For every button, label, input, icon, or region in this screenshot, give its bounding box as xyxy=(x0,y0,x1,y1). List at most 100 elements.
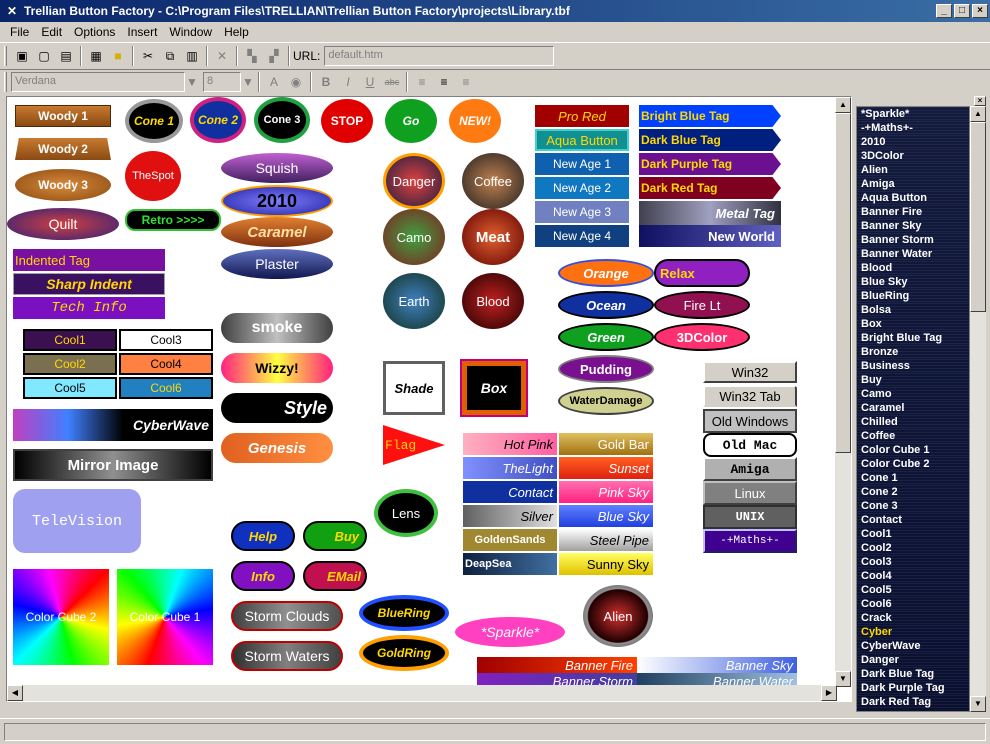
button-info[interactable]: Info xyxy=(231,561,295,591)
strikethrough-button[interactable]: abc xyxy=(381,71,403,93)
button-linux[interactable]: Linux xyxy=(703,481,797,505)
button-woody-3[interactable]: Woody 3 xyxy=(15,169,111,201)
button-new-age-2[interactable]: New Age 2 xyxy=(535,177,629,199)
style-list-item[interactable]: -+Maths+- xyxy=(857,121,969,135)
style-list-item[interactable]: Box xyxy=(857,317,969,331)
style-list-item[interactable]: Banner Sky xyxy=(857,219,969,233)
button-blue-sky[interactable]: Blue Sky xyxy=(559,505,653,527)
button-old-windows[interactable]: Old Windows xyxy=(703,409,797,433)
button-metal-tag[interactable]: Metal Tag xyxy=(639,201,781,225)
maximize-button[interactable]: □ xyxy=(954,4,970,18)
button-mirror-image[interactable]: Mirror Image xyxy=(13,449,213,481)
button-pro-red[interactable]: Pro Red xyxy=(535,105,629,127)
style-list-item[interactable]: Aqua Button xyxy=(857,191,969,205)
button-pudding[interactable]: Pudding xyxy=(558,355,654,383)
button-woody-1[interactable]: Woody 1 xyxy=(15,105,111,127)
button-goldensands[interactable]: GoldenSands xyxy=(463,529,557,551)
button-go[interactable]: Go xyxy=(385,99,437,143)
style-list-item[interactable]: Color Cube 2 xyxy=(857,457,969,471)
style-list-item[interactable]: Bolsa xyxy=(857,303,969,317)
style-list-item[interactable]: Chilled xyxy=(857,415,969,429)
style-list-item[interactable]: Cool1 xyxy=(857,527,969,541)
style-list-item[interactable]: Caramel xyxy=(857,401,969,415)
button-2010[interactable]: 2010 xyxy=(221,185,333,217)
button-gold-bar[interactable]: Gold Bar xyxy=(559,433,653,455)
style-list-item[interactable]: Cone 2 xyxy=(857,485,969,499)
copy-icon[interactable]: ⧉ xyxy=(159,45,181,67)
button-goldring[interactable]: GoldRing xyxy=(359,635,449,671)
button-cone-3[interactable]: Cone 3 xyxy=(254,97,310,143)
align-center-icon[interactable]: ≡ xyxy=(433,71,455,93)
font-color-icon[interactable]: A xyxy=(263,71,285,93)
style-list-item[interactable]: Banner Fire xyxy=(857,205,969,219)
align-right-icon[interactable]: ≡ xyxy=(455,71,477,93)
button-danger[interactable]: Danger xyxy=(383,153,445,209)
button-shade[interactable]: Shade xyxy=(383,361,445,415)
style-list-scrollbar[interactable]: ▲ ▼ xyxy=(970,106,986,712)
style-list-item[interactable]: Contact xyxy=(857,513,969,527)
button-new-age-3[interactable]: New Age 3 xyxy=(535,201,629,223)
style-list-item[interactable]: Danger xyxy=(857,653,969,667)
menu-window[interactable]: Window xyxy=(163,25,218,39)
style-list-item[interactable]: 3DColor xyxy=(857,149,969,163)
size-dropdown-icon[interactable]: ▼ xyxy=(241,71,255,93)
menu-insert[interactable]: Insert xyxy=(121,25,163,39)
style-list-item[interactable]: BlueRing xyxy=(857,289,969,303)
list-scroll-up-icon[interactable]: ▲ xyxy=(970,106,986,122)
button-maths[interactable]: -+Maths+- xyxy=(703,529,797,553)
button-coffee[interactable]: Coffee xyxy=(462,153,524,209)
button-relax[interactable]: Relax xyxy=(654,259,750,287)
button-sparkle[interactable]: *Sparkle* xyxy=(455,617,565,647)
style-list-item[interactable]: Buy xyxy=(857,373,969,387)
button-genesis[interactable]: Genesis xyxy=(221,433,333,463)
button-woody-2[interactable]: Woody 2 xyxy=(15,138,111,160)
button-storm-waters[interactable]: Storm Waters xyxy=(231,641,343,671)
style-list-item[interactable]: 2010 xyxy=(857,135,969,149)
button-squish[interactable]: Squish xyxy=(221,153,333,183)
cut-icon[interactable]: ✂ xyxy=(137,45,159,67)
button-earth[interactable]: Earth xyxy=(383,273,445,329)
button-cone-2[interactable]: Cone 2 xyxy=(190,97,246,143)
button-win32-tab[interactable]: Win32 Tab xyxy=(703,385,797,407)
button-3dcolor[interactable]: 3DColor xyxy=(654,323,750,351)
button-banner-fire[interactable]: Banner Fire xyxy=(477,657,637,673)
button-cool2[interactable]: Cool2 xyxy=(23,353,117,375)
style-list-item[interactable]: Crack xyxy=(857,611,969,625)
paste-icon[interactable]: ▥ xyxy=(181,45,203,67)
style-list-item[interactable]: Bright Blue Tag xyxy=(857,331,969,345)
save-icon[interactable]: ▣ xyxy=(11,45,33,67)
menu-edit[interactable]: Edit xyxy=(35,25,68,39)
button-contact[interactable]: Contact xyxy=(463,481,557,503)
style-list-item[interactable]: Cool3 xyxy=(857,555,969,569)
button-cyberwave[interactable]: CyberWave xyxy=(13,409,213,441)
list-scroll-thumb[interactable] xyxy=(970,122,986,312)
button-steel-pipe[interactable]: Steel Pipe xyxy=(559,529,653,551)
button-tech-info[interactable]: Tech Info xyxy=(13,297,165,319)
scroll-left-icon[interactable]: ◀ xyxy=(7,685,23,701)
scroll-right-icon[interactable]: ▶ xyxy=(821,685,837,701)
style-list-item[interactable]: Cone 1 xyxy=(857,471,969,485)
button-cone-1[interactable]: Cone 1 xyxy=(125,99,183,143)
style-list-item[interactable]: CyberWave xyxy=(857,639,969,653)
style-list-item[interactable]: Bronze xyxy=(857,345,969,359)
font-dropdown-icon[interactable]: ▼ xyxy=(185,71,199,93)
button-alien[interactable]: Alien xyxy=(583,585,653,647)
button-retro[interactable]: Retro >>>> xyxy=(125,209,221,231)
button-dark-blue-tag[interactable]: Dark Blue Tag xyxy=(639,129,781,151)
button-aqua[interactable]: Aqua Button xyxy=(535,129,629,151)
button-amiga[interactable]: Amiga xyxy=(703,457,797,481)
canvas-vertical-scrollbar[interactable]: ▲ ▼ xyxy=(835,97,851,687)
scroll-up-icon[interactable]: ▲ xyxy=(835,97,851,113)
canvas-horizontal-scrollbar[interactable]: ◀ ▶ xyxy=(7,685,837,701)
button-help[interactable]: Help xyxy=(231,521,295,551)
button-thespot[interactable]: TheSpot xyxy=(125,151,181,201)
style-list-item[interactable]: Coffee xyxy=(857,429,969,443)
button-hot-pink[interactable]: Hot Pink xyxy=(463,433,557,455)
button-bright-blue-tag[interactable]: Bright Blue Tag xyxy=(639,105,781,127)
font-select[interactable]: Verdana xyxy=(11,72,185,92)
button-old-mac[interactable]: Old Mac xyxy=(703,433,797,457)
menu-help[interactable]: Help xyxy=(218,25,255,39)
toolbar-grip-2[interactable] xyxy=(4,72,7,92)
button-new-age-4[interactable]: New Age 4 xyxy=(535,225,629,247)
toolbar-grip[interactable] xyxy=(4,46,7,66)
